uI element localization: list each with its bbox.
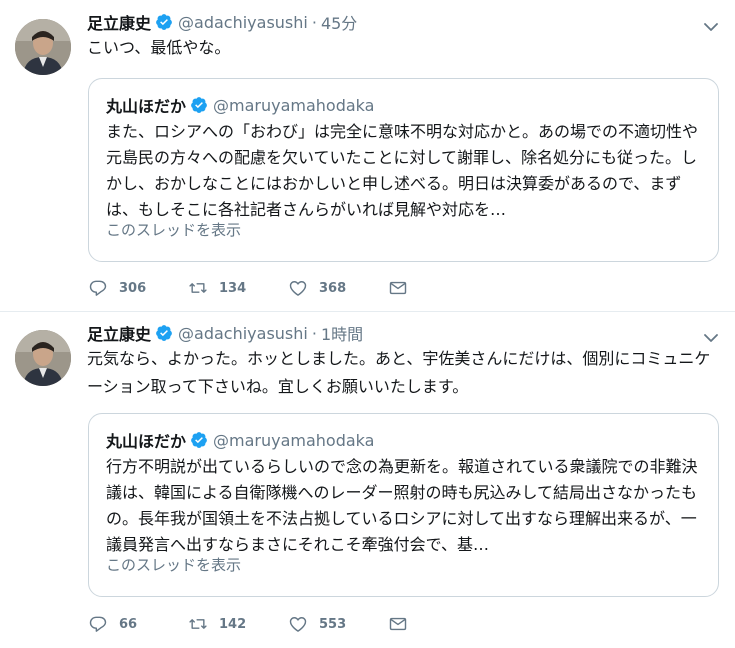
verified-badge-icon [191, 97, 207, 113]
tweet-text: こいつ、最低やな。 [87, 38, 231, 57]
show-thread-link[interactable]: このスレッドを表示 [106, 554, 241, 575]
verified-badge-icon [156, 14, 172, 30]
like-button[interactable]: 553 [288, 613, 388, 635]
retweet-button[interactable]: 134 [188, 277, 288, 299]
avatar[interactable] [15, 330, 71, 386]
like-button[interactable]: 368 [288, 277, 388, 299]
tweet-text: 元気なら、よかった。ホッとしました。あと、宇佐美さんにだけは、個別にコミュニケー… [87, 349, 711, 396]
show-thread-link[interactable]: このスレッドを表示 [106, 219, 241, 240]
tweet[interactable]: 足立康史 @adachiyasushi · 1時間 元気なら、よかった。ホッとし… [0, 311, 735, 648]
heart-icon [289, 617, 307, 632]
tweet-header: 足立康史 @adachiyasushi · 1時間 [87, 321, 363, 345]
quoted-author-name: 丸山ほだか [106, 97, 187, 116]
quoted-author-handle: @maruyamahodaka [213, 95, 375, 115]
like-count: 368 [319, 280, 347, 296]
quoted-tweet-header: 丸山ほだか @maruyamahodaka [106, 427, 374, 453]
like-count: 553 [319, 616, 347, 632]
direct-message-button[interactable] [388, 613, 408, 635]
timestamp[interactable]: 45分 [321, 10, 357, 34]
chevron-down-icon[interactable] [704, 333, 718, 343]
retweet-count: 134 [219, 280, 247, 296]
envelope-icon [389, 617, 407, 631]
avatar[interactable] [15, 19, 71, 75]
direct-message-button[interactable] [388, 277, 408, 299]
author-name[interactable]: 足立康史 [87, 10, 151, 34]
retweet-button[interactable]: 142 [188, 613, 288, 635]
reply-count: 66 [119, 616, 138, 632]
chevron-down-icon[interactable] [704, 22, 718, 32]
author-handle[interactable]: @adachiyasushi [178, 13, 308, 32]
separator: · [311, 323, 317, 343]
author-name[interactable]: 足立康史 [87, 321, 151, 345]
quoted-tweet[interactable]: 丸山ほだか @maruyamahodaka また、ロシアへの「おわび」は完全に意… [88, 78, 719, 262]
reply-button[interactable]: 306 [88, 277, 188, 299]
separator: · [311, 12, 317, 32]
tweet[interactable]: 足立康史 @adachiyasushi · 45分 こいつ、最低やな。 丸山ほだ… [0, 0, 735, 311]
tweet-header: 足立康史 @adachiyasushi · 45分 [87, 10, 357, 34]
verified-badge-icon [156, 325, 172, 341]
reply-icon [89, 280, 107, 296]
tweet-actions: 306 134 368 [88, 277, 408, 299]
retweet-icon [189, 619, 207, 629]
timestamp[interactable]: 1時間 [321, 321, 363, 345]
reply-icon [89, 616, 107, 632]
quoted-author-handle: @maruyamahodaka [213, 430, 375, 450]
quoted-author-name: 丸山ほだか [106, 432, 187, 451]
retweet-count: 142 [219, 616, 247, 632]
tweet-actions: 66 142 553 [88, 613, 408, 635]
envelope-icon [389, 281, 407, 295]
verified-badge-icon [191, 432, 207, 448]
quoted-tweet-text: また、ロシアへの「おわび」は完全に意味不明な対応かと。あの場での不適切性や元島民… [106, 122, 699, 219]
retweet-icon [189, 283, 207, 293]
reply-count: 306 [119, 280, 147, 296]
reply-button[interactable]: 66 [88, 613, 188, 635]
quoted-tweet-text: 行方不明説が出ているらしいので念の為更新を。報道されている衆議院での非難決議は、… [106, 457, 698, 554]
quoted-tweet-header: 丸山ほだか @maruyamahodaka [106, 92, 374, 118]
quoted-tweet[interactable]: 丸山ほだか @maruyamahodaka 行方不明説が出ているらしいので念の為… [88, 413, 719, 597]
heart-icon [289, 281, 307, 296]
author-handle[interactable]: @adachiyasushi [178, 324, 308, 343]
